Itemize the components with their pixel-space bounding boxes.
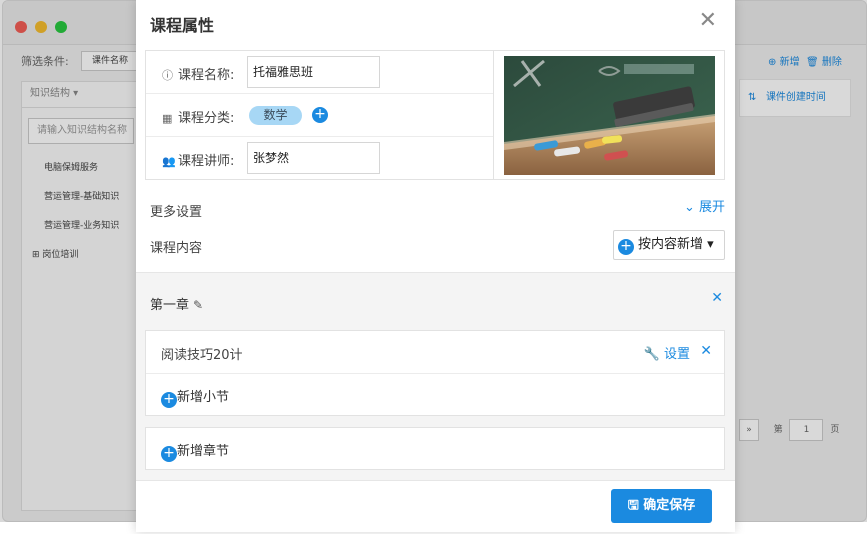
section-name: 阅读技巧20计 [161,348,243,363]
remove-section-icon[interactable]: ✕ [700,343,712,359]
expand-button[interactable]: ⌄ 展开 [684,196,725,215]
course-teacher-input[interactable]: 张梦然 [247,142,380,174]
plus-circle-icon: + [618,239,634,255]
chapter-title: 第一章 ✎ [150,298,204,313]
plus-circle-icon: + [161,392,177,408]
course-properties-dialog: 课程属性 ✕ ⓘ 课程名称: 托福雅思班 ▦ 课程分类: 数学 + 👥 课程讲师: 张… [136,0,735,532]
course-name-row: ⓘ 课程名称: 托福雅思班 [146,51,493,94]
chevron-down-icon: ⌄ [683,200,695,215]
course-category-label: ▦ 课程分类: [162,111,235,126]
wrench-icon: 🔧 [643,347,660,362]
add-by-content-dropdown[interactable]: + 按内容新增 ▾ [613,230,725,260]
course-content-label: 课程内容 [150,241,203,256]
plus-circle-icon: + [161,446,177,462]
category-tag[interactable]: 数学 [249,106,302,125]
add-chapter-card: + 新增章节 [145,427,725,470]
course-info-panel: ⓘ 课程名称: 托福雅思班 ▦ 课程分类: 数学 + 👥 课程讲师: 张梦然 [145,50,725,180]
dialog-header: 课程属性 ✕ [136,0,735,46]
chapter-area: 第一章 ✎ ✕ 阅读技巧20计 🔧 设置 ✕ + 新增小节 + 新增章节 [136,272,735,481]
panel-divider [493,51,494,179]
users-icon: 👥 [162,155,176,168]
add-subsection-button[interactable]: + 新增小节 [161,386,229,408]
course-teacher-row: 👥 课程讲师: 张梦然 [146,137,493,180]
chalkboard-image [504,56,715,175]
more-settings-label: 更多设置 [150,205,203,220]
course-name-label: ⓘ 课程名称: [162,68,235,83]
section-card: 阅读技巧20计 🔧 设置 ✕ + 新增小节 [145,330,725,416]
add-category-icon[interactable]: + [312,107,328,123]
course-category-row: ▦ 课程分类: 数学 + [146,94,493,137]
caret-down-icon: ▾ [707,237,714,252]
info-icon: ⓘ [162,69,173,82]
floppy-disk-icon: 🖫 [627,498,639,513]
dialog-title: 课程属性 [150,16,215,35]
grid-icon: ▦ [162,112,173,125]
pencil-icon[interactable]: ✎ [193,298,203,312]
course-teacher-label: 👥 课程讲师: [162,154,235,169]
section-settings-button[interactable]: 🔧 设置 [644,343,690,362]
remove-chapter-icon[interactable]: ✕ [711,290,723,306]
save-button[interactable]: 🖫 确定保存 [611,489,712,523]
section-header: 阅读技巧20计 🔧 设置 ✕ [146,331,724,374]
course-cover-image[interactable] [504,56,715,175]
close-icon[interactable]: ✕ [699,8,717,33]
course-name-input[interactable]: 托福雅思班 [247,56,380,88]
add-chapter-button[interactable]: + 新增章节 [161,440,229,462]
